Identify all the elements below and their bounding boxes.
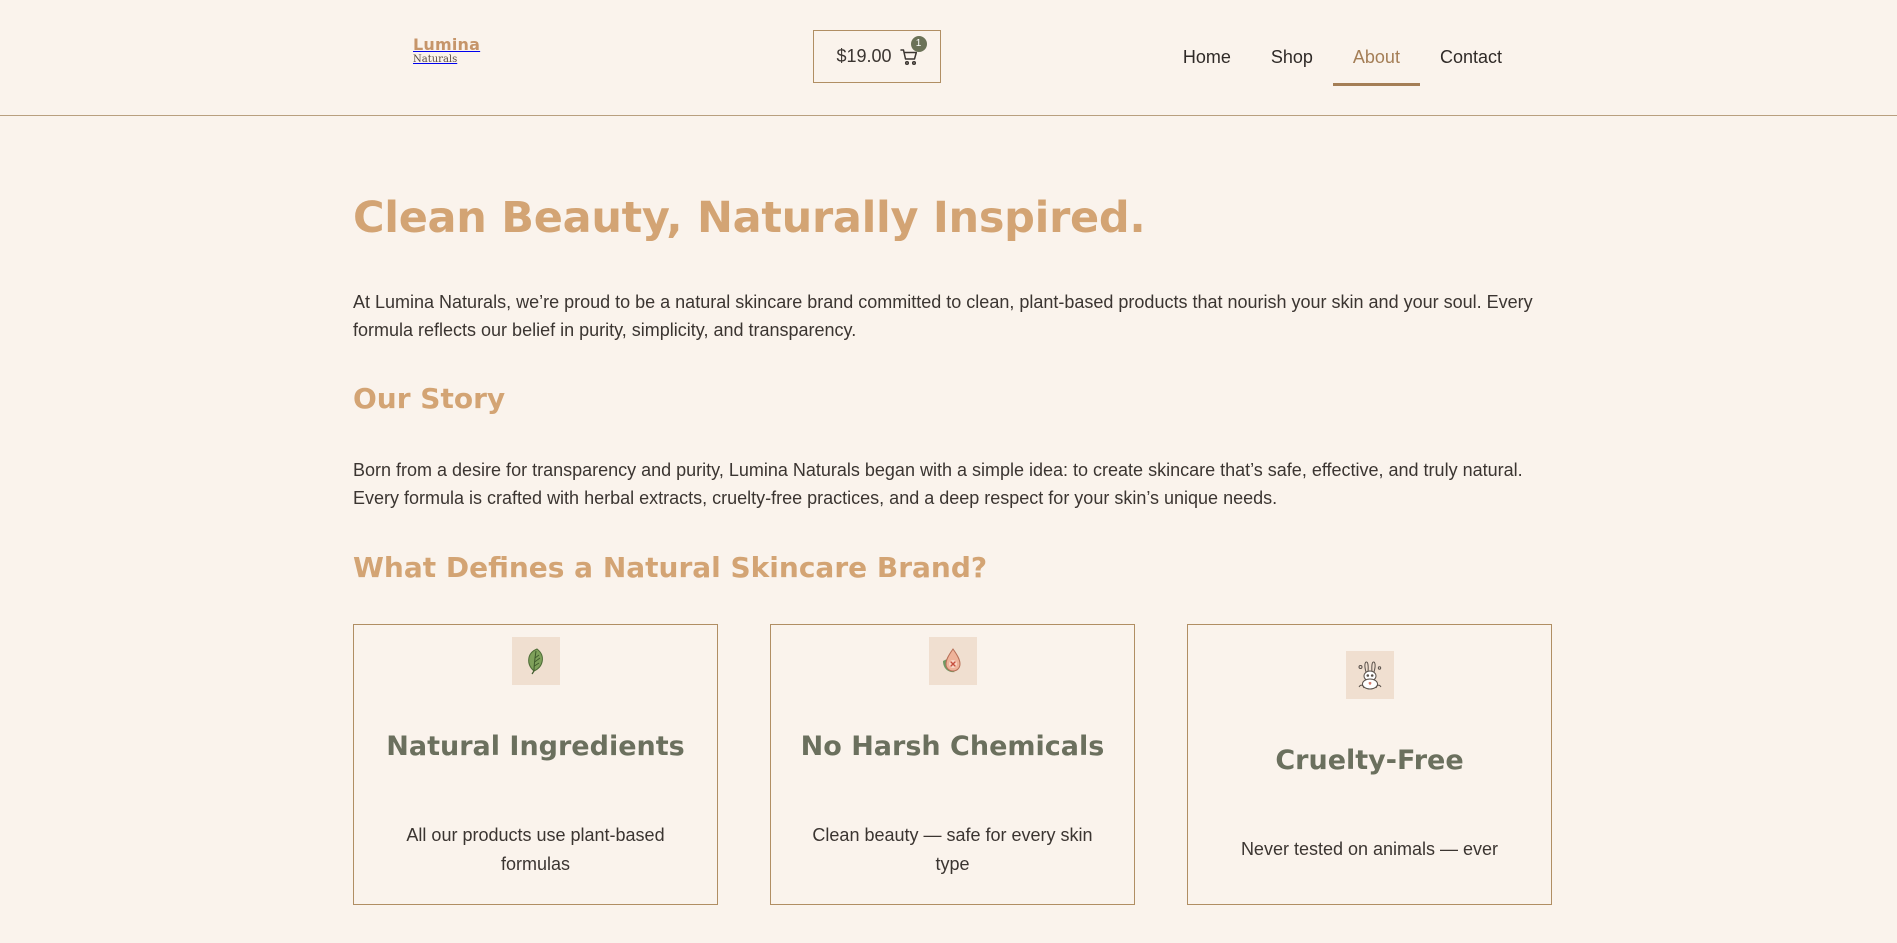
- nav-item-contact[interactable]: Contact: [1420, 36, 1522, 86]
- card-title: Cruelty-Free: [1275, 745, 1464, 776]
- card-description: Never tested on animals — ever: [1240, 839, 1499, 859]
- cart-button[interactable]: $19.00 1: [813, 30, 941, 83]
- no-chemicals-drop-icon: [928, 637, 977, 685]
- cart-icon: 1: [899, 35, 927, 66]
- brand-logo[interactable]: Lumina Naturals: [413, 37, 480, 65]
- cart-count-badge: 1: [910, 35, 927, 52]
- card-description: Clean beauty — safe for every skin type: [812, 825, 1093, 874]
- nav-item-home[interactable]: Home: [1163, 36, 1251, 86]
- feature-card-natural-ingredients: Natural Ingredients All our products use…: [353, 624, 718, 905]
- story-paragraph: Born from a desire for transparency and …: [353, 460, 1523, 508]
- site-header: Lumina Naturals $19.00 1 Home Shop About…: [0, 0, 1897, 116]
- leaf-icon: [511, 637, 560, 685]
- page-title: Clean Beauty, Naturally Inspired.: [353, 193, 1146, 243]
- cart-total: $19.00: [836, 46, 892, 66]
- feature-card-cruelty-free: Cruelty-Free Never tested on animals — e…: [1187, 624, 1552, 905]
- nav-item-shop[interactable]: Shop: [1251, 36, 1333, 86]
- feature-cards: Natural Ingredients All our products use…: [353, 624, 1552, 905]
- bunny-icon: [1345, 651, 1394, 699]
- intro-paragraph: At Lumina Naturals, we’re proud to be a …: [353, 292, 1533, 340]
- brand-subtitle: Naturals: [413, 54, 458, 65]
- nav-item-about[interactable]: About: [1332, 36, 1421, 86]
- story-heading: Our Story: [353, 382, 506, 415]
- card-title: Natural Ingredients: [386, 731, 685, 762]
- brand-title: Lumina: [413, 35, 481, 54]
- feature-card-no-harsh-chemicals: No Harsh Chemicals Clean beauty — safe f…: [770, 624, 1135, 905]
- main-nav: Home Shop About Contact: [1163, 36, 1522, 86]
- defines-heading: What Defines a Natural Skincare Brand?: [353, 551, 988, 584]
- card-description: All our products use plant-based formula…: [406, 825, 665, 874]
- card-title: No Harsh Chemicals: [800, 731, 1105, 762]
